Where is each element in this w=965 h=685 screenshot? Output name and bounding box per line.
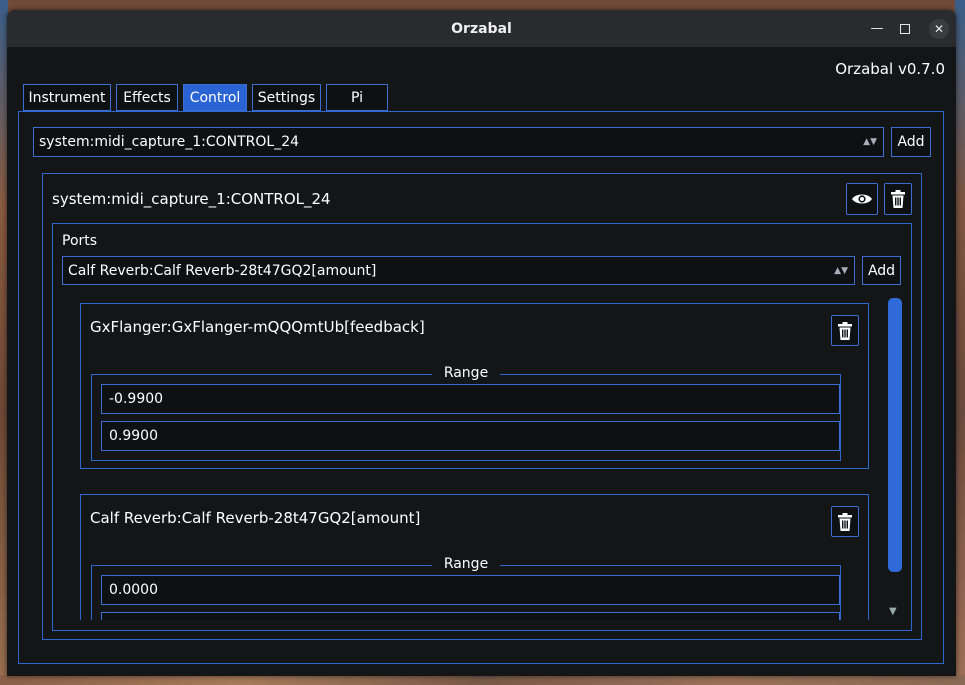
port-select[interactable]: Calf Reverb:Calf Reverb-28t47GQ2[amount]…: [62, 256, 855, 285]
tab-pi[interactable]: Pi: [326, 84, 388, 111]
midi-source-select[interactable]: system:midi_capture_1:CONTROL_24 ▲▼: [33, 127, 884, 157]
scroll-down-icon[interactable]: ▼: [889, 606, 897, 617]
range-group: Range 0.0000: [91, 556, 841, 620]
scrollbar-thumb[interactable]: [888, 298, 902, 572]
delete-port-button[interactable]: [831, 315, 859, 346]
add-control-button[interactable]: Add: [891, 127, 931, 157]
desktop-wallpaper-bottom: [0, 675, 965, 685]
range-label: Range: [431, 556, 501, 572]
port-name: GxFlanger:GxFlanger-mQQQmtUb[feedback]: [90, 318, 425, 336]
delete-port-button[interactable]: [831, 506, 859, 537]
delete-control-button[interactable]: [884, 183, 912, 215]
minimize-icon: —: [870, 21, 884, 36]
desktop-wallpaper-right: [955, 0, 965, 685]
range-label: Range: [431, 365, 501, 381]
port-card: GxFlanger:GxFlanger-mQQQmtUb[feedback] R…: [80, 303, 869, 469]
tab-instrument[interactable]: Instrument: [23, 84, 111, 111]
trash-icon: [838, 512, 852, 531]
toggle-visibility-button[interactable]: [846, 183, 878, 215]
add-port-button[interactable]: Add: [862, 256, 901, 285]
eye-icon: [852, 194, 872, 204]
trash-icon: [838, 321, 852, 340]
range-max-input[interactable]: [101, 612, 840, 620]
tab-settings[interactable]: Settings: [252, 84, 321, 111]
app-window: Orzabal — ✕ Orzabal v0.7.0 Instrument Ef…: [7, 10, 956, 676]
trash-icon: [891, 190, 905, 208]
app-name: Orzabal: [835, 60, 894, 78]
chevron-down-icon: ▲▼: [834, 265, 848, 276]
port-select-value: Calf Reverb:Calf Reverb-28t47GQ2[amount]: [68, 262, 377, 279]
range-group: Range -0.9900 0.9900: [91, 365, 841, 461]
window-title: Orzabal: [451, 20, 512, 37]
port-name: Calf Reverb:Calf Reverb-28t47GQ2[amount]: [90, 509, 421, 527]
ports-scroll-area[interactable]: GxFlanger:GxFlanger-mQQQmtUb[feedback] R…: [69, 300, 869, 620]
range-max-input[interactable]: 0.9900: [101, 421, 840, 451]
ports-label: Ports: [62, 233, 98, 249]
app-version-label: Orzabal v0.7.0: [835, 60, 945, 78]
tab-effects[interactable]: Effects: [116, 84, 178, 111]
app-version: v0.7.0: [897, 60, 945, 78]
tab-control[interactable]: Control: [183, 84, 247, 111]
title-bar[interactable]: Orzabal: [7, 10, 956, 47]
close-button[interactable]: ✕: [923, 10, 955, 47]
control-card-title: system:midi_capture_1:CONTROL_24: [52, 190, 331, 208]
port-card: Calf Reverb:Calf Reverb-28t47GQ2[amount]…: [80, 494, 869, 620]
maximize-button[interactable]: [889, 10, 921, 47]
range-min-input[interactable]: 0.0000: [101, 575, 840, 605]
close-icon: ✕: [929, 18, 949, 39]
chevron-down-icon: ▲▼: [863, 137, 877, 147]
maximize-icon: [900, 23, 910, 34]
midi-source-value: system:midi_capture_1:CONTROL_24: [39, 134, 300, 150]
range-min-input[interactable]: -0.9900: [101, 384, 840, 414]
